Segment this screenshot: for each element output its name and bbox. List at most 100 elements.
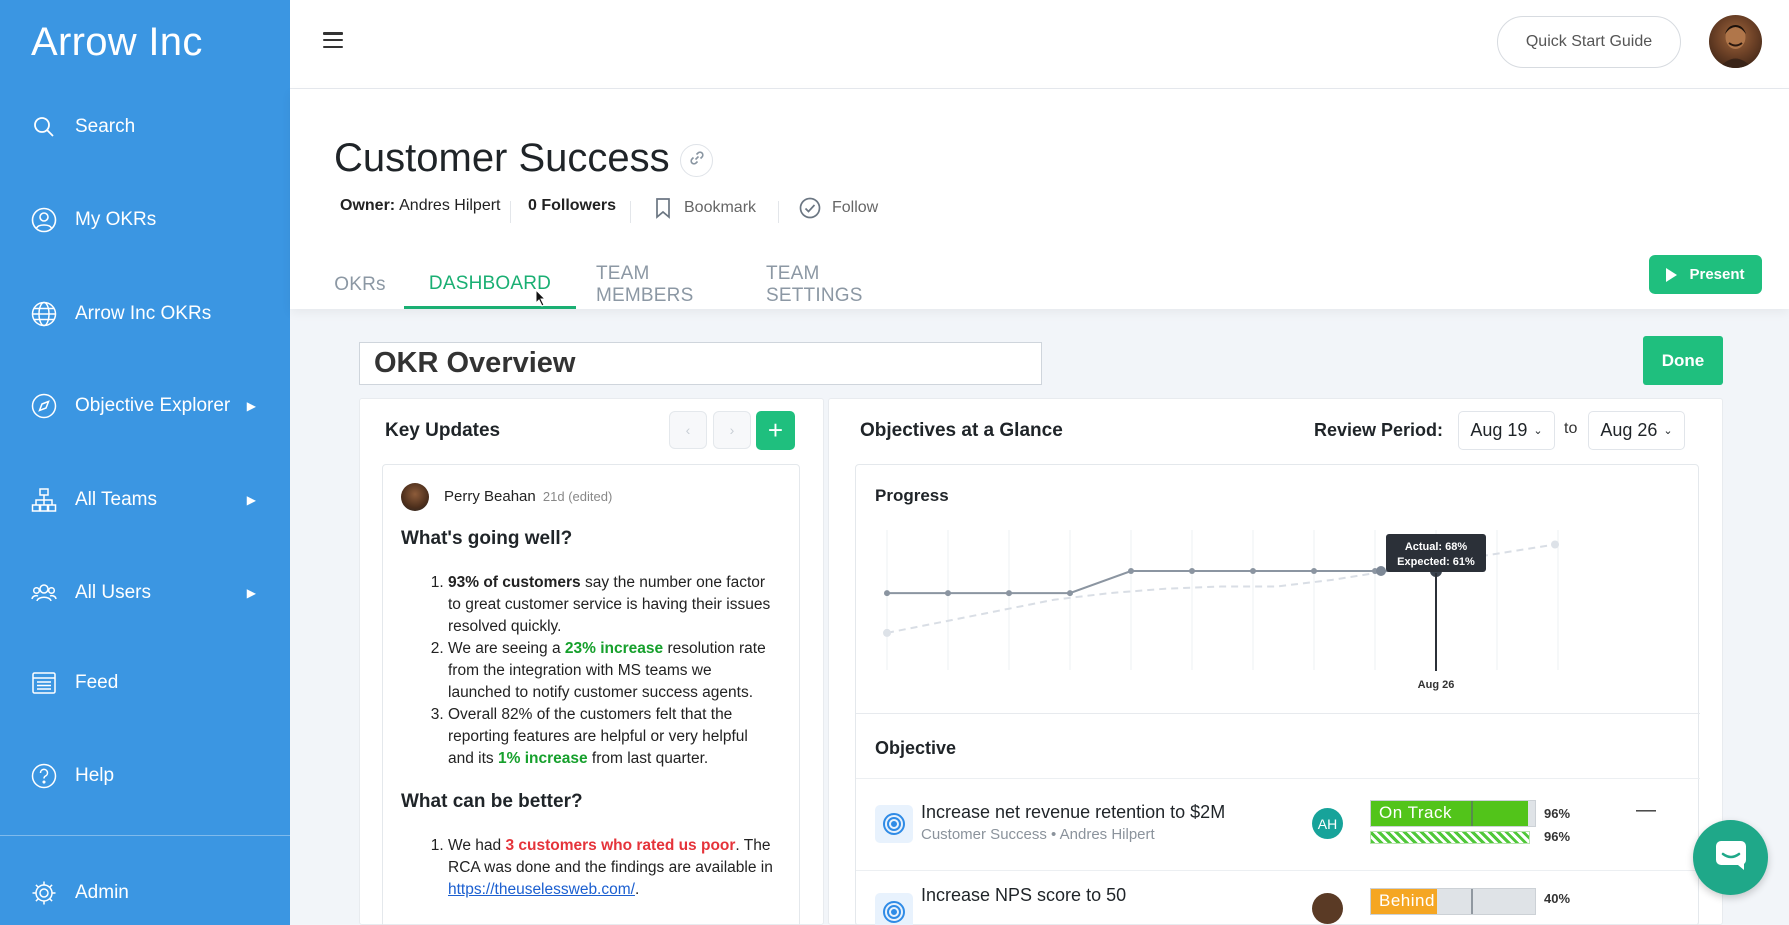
objective-row[interactable]: Increase NPS score to 50 Behind 40% xyxy=(856,871,1700,925)
text-segment: 1% increase xyxy=(497,750,588,767)
sidebar-item-feed[interactable]: Feed xyxy=(31,663,271,703)
actual-point xyxy=(1376,566,1386,577)
text-segment: We are seeing a xyxy=(448,640,565,657)
sidebar-divider xyxy=(0,835,290,836)
sidebar-item-label: Help xyxy=(75,765,115,786)
mouse-cursor xyxy=(535,288,547,312)
objective-subtitle: Customer Success • Andres Hilpert xyxy=(921,826,1155,843)
play-icon xyxy=(1666,267,1678,282)
add-update-button[interactable]: + xyxy=(756,411,795,450)
owner-name[interactable]: Andres Hilpert xyxy=(399,197,500,215)
tooltip-expected: Expected: 61% xyxy=(1397,556,1475,568)
tab-dashboard[interactable]: DASHBOARD xyxy=(404,261,576,309)
progress-title: Progress xyxy=(875,486,949,505)
update-list-item: 93% of customers say the number one fact… xyxy=(448,572,776,638)
present-label: Present xyxy=(1689,266,1745,283)
owner-avatar[interactable]: AH xyxy=(1312,808,1343,839)
done-button[interactable]: Done xyxy=(1643,336,1723,385)
actual-point xyxy=(884,590,890,597)
followers-count[interactable]: 0 Followers xyxy=(528,197,616,215)
sidebar-item-my-okrs[interactable]: My OKRs xyxy=(31,200,271,240)
sidebar-item-objective-explorer[interactable]: Objective Explorer ▶ xyxy=(31,386,271,426)
actual-percent: 40% xyxy=(1544,891,1571,906)
copy-link-button[interactable] xyxy=(680,144,713,177)
dashboard-title-input[interactable]: OKR Overview xyxy=(359,342,1042,385)
sidebar-item-search[interactable]: Search xyxy=(31,107,271,147)
newspaper-icon xyxy=(31,670,57,696)
from-date-select[interactable]: Aug 19 ⌄ xyxy=(1458,411,1555,450)
divider xyxy=(510,201,511,223)
users-icon xyxy=(31,580,57,606)
quick-start-guide-button[interactable]: Quick Start Guide xyxy=(1497,16,1681,68)
brand-logo[interactable]: Arrow Inc xyxy=(31,20,203,65)
key-updates-panel: Key Updates ‹ › + Perry Beahan 21d (edit… xyxy=(359,398,824,925)
update-list-item: We are seeing a 23% increase resolution … xyxy=(448,638,776,704)
menu-dash-icon[interactable]: — xyxy=(1636,799,1656,822)
sidebar-item-label: Admin xyxy=(75,882,129,903)
divider xyxy=(856,713,1700,714)
sidebar-item-label: All Teams xyxy=(75,489,158,510)
next-update-button[interactable]: › xyxy=(713,411,751,449)
help-circle-icon xyxy=(31,763,57,789)
sidebar-item-label: My OKRs xyxy=(75,209,157,230)
to-label: to xyxy=(1564,420,1578,437)
author-avatar xyxy=(401,483,429,511)
gear-icon xyxy=(31,880,57,906)
sidebar-item-label: All Users xyxy=(75,582,152,603)
caret-right-icon: ▶ xyxy=(246,493,256,507)
caret-right-icon: ▶ xyxy=(246,586,256,600)
sidebar-item-arrow-inc-okrs[interactable]: Arrow Inc OKRs xyxy=(31,294,271,334)
tab-okrs[interactable]: OKRs xyxy=(334,261,386,309)
actual-point xyxy=(1128,568,1134,575)
search-icon xyxy=(31,114,57,140)
org-chart-icon xyxy=(31,487,57,513)
text-segment: We had xyxy=(448,837,506,854)
owner-avatar[interactable] xyxy=(1312,893,1343,924)
sidebar-item-label: Feed xyxy=(75,672,119,693)
status-progress-bar: On Track xyxy=(1370,800,1536,827)
hamburger-menu-icon[interactable] xyxy=(323,32,343,48)
external-link[interactable]: https://theuselessweb.com/ xyxy=(448,881,635,898)
owner-label: Owner: xyxy=(340,197,396,214)
status-progress-bar: Behind xyxy=(1370,888,1536,915)
to-date-select[interactable]: Aug 26 ⌄ xyxy=(1588,411,1685,450)
user-avatar[interactable] xyxy=(1709,15,1762,68)
target-icon xyxy=(875,893,913,925)
bookmark-button[interactable]: Bookmark xyxy=(655,197,756,219)
author-name[interactable]: Perry Beahan xyxy=(444,488,536,505)
present-button[interactable]: Present xyxy=(1649,255,1762,294)
sidebar-item-label: Search xyxy=(75,116,136,137)
actual-percent: 96% xyxy=(1544,806,1571,821)
divider xyxy=(630,201,631,223)
going-well-list: 93% of customers say the number one fact… xyxy=(424,572,776,770)
tab-team-members[interactable]: TEAM MEMBERS xyxy=(596,261,746,309)
follow-label: Follow xyxy=(832,199,879,216)
objective-row[interactable]: Increase net revenue retention to $2M Cu… xyxy=(856,779,1700,869)
follow-button[interactable]: Follow xyxy=(799,197,878,219)
text-segment: from last quarter. xyxy=(587,750,709,767)
expected-progress-bar xyxy=(1370,831,1530,844)
actual-point xyxy=(945,590,951,597)
check-circle-icon xyxy=(799,197,821,219)
objective-title[interactable]: Increase NPS score to 50 xyxy=(921,885,1126,906)
sidebar-item-admin[interactable]: Admin xyxy=(31,873,271,913)
status-label: Behind xyxy=(1379,891,1435,910)
text-segment: 3 customers who rated us poor xyxy=(505,837,736,854)
expected-marker xyxy=(1471,801,1473,826)
sidebar-item-help[interactable]: Help xyxy=(31,756,271,796)
objectives-glance-panel: Objectives at a Glance Review Period: Au… xyxy=(828,398,1723,925)
key-updates-title: Key Updates xyxy=(385,420,501,441)
bookmark-icon xyxy=(655,197,671,219)
prev-update-button[interactable]: ‹ xyxy=(669,411,707,449)
chat-support-button[interactable] xyxy=(1693,820,1768,895)
sidebar-item-all-users[interactable]: All Users ▶ xyxy=(31,573,271,613)
sidebar-item-all-teams[interactable]: All Teams ▶ xyxy=(31,480,271,520)
expected-percent: 96% xyxy=(1544,829,1571,844)
chevron-left-icon: ‹ xyxy=(685,422,691,438)
to-date-value: Aug 26 xyxy=(1600,420,1658,440)
divider xyxy=(778,201,779,223)
target-icon xyxy=(875,805,913,843)
can-be-better-list: We had 3 customers who rated us poor. Th… xyxy=(424,835,776,901)
tab-team-settings[interactable]: TEAM SETTINGS xyxy=(766,261,916,309)
objective-title[interactable]: Increase net revenue retention to $2M xyxy=(921,802,1225,823)
